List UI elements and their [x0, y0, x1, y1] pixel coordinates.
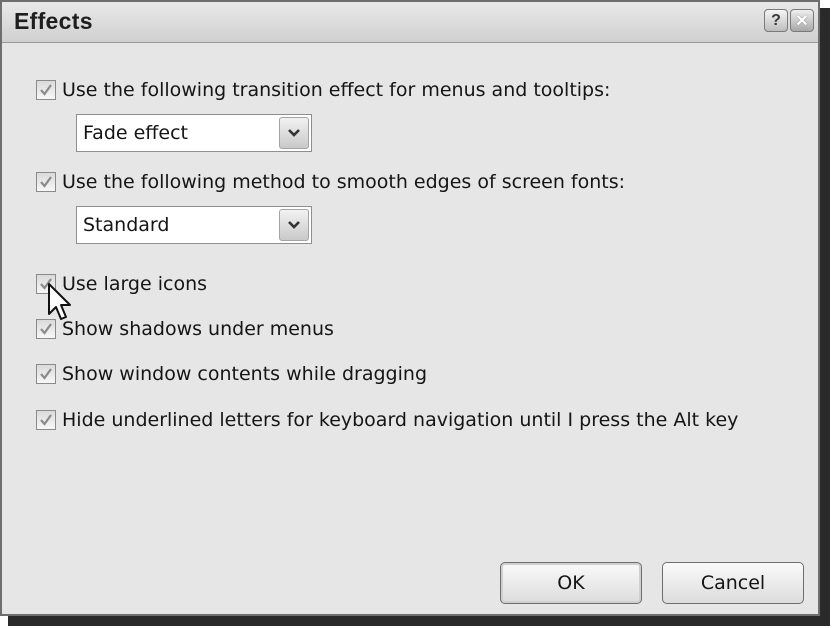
- dropdown-arrow-button[interactable]: [279, 117, 309, 149]
- checkbox-hide-underlines[interactable]: [36, 410, 56, 430]
- effects-dialog: Effects ? ✕ Use the following transition…: [0, 0, 820, 616]
- checkmark-icon: [40, 368, 52, 380]
- checkbox-row-hide-underlines[interactable]: Hide underlined letters for keyboard nav…: [36, 406, 738, 434]
- checkbox-row-menu-shadows[interactable]: Show shadows under menus: [36, 315, 334, 343]
- checkmark-icon: [40, 176, 52, 188]
- transition-effect-select[interactable]: Fade effect: [76, 114, 312, 152]
- select-value: Fade effect: [83, 122, 188, 144]
- close-button[interactable]: ✕: [790, 9, 814, 32]
- dropdown-arrow-button[interactable]: [279, 209, 309, 241]
- checkbox-label: Use the following method to smooth edges…: [62, 171, 626, 193]
- checkmark-icon: [40, 323, 52, 335]
- checkbox-transition-effect[interactable]: [36, 80, 56, 100]
- title-bar[interactable]: Effects ? ✕: [2, 2, 818, 43]
- checkbox-row-transition-effect[interactable]: Use the following transition effect for …: [36, 76, 610, 104]
- checkbox-row-window-contents[interactable]: Show window contents while dragging: [36, 360, 427, 388]
- select-value: Standard: [83, 214, 170, 236]
- checkbox-label: Use the following transition effect for …: [62, 79, 611, 101]
- checkbox-window-contents[interactable]: [36, 364, 56, 384]
- dialog-title: Effects: [14, 8, 93, 34]
- mouse-pointer-icon: [48, 283, 71, 320]
- help-button[interactable]: ?: [764, 9, 788, 32]
- checkbox-label: Show window contents while dragging: [62, 363, 427, 385]
- font-smoothing-select[interactable]: Standard: [76, 206, 312, 244]
- checkbox-label: Show shadows under menus: [62, 318, 334, 340]
- checkbox-smooth-edges[interactable]: [36, 172, 56, 192]
- cancel-button[interactable]: Cancel: [662, 562, 804, 604]
- ok-button[interactable]: OK: [500, 562, 642, 604]
- checkbox-label: Hide underlined letters for keyboard nav…: [62, 409, 739, 431]
- chevron-down-icon: [288, 129, 300, 137]
- checkmark-icon: [40, 84, 52, 96]
- chevron-down-icon: [288, 221, 300, 229]
- help-icon: ?: [771, 11, 781, 29]
- checkbox-label: Use large icons: [62, 273, 208, 295]
- checkmark-icon: [40, 414, 52, 426]
- close-icon: ✕: [795, 12, 809, 30]
- checkbox-row-smooth-edges[interactable]: Use the following method to smooth edges…: [36, 168, 625, 196]
